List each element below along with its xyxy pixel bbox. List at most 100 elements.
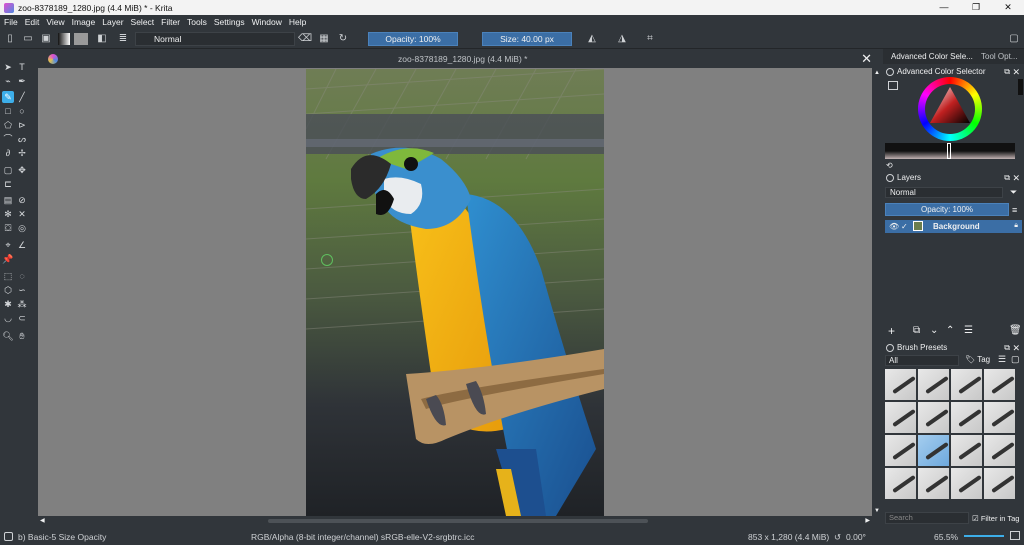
float-layers-icon[interactable]: ⧉ xyxy=(1004,173,1010,183)
menu-view[interactable]: View xyxy=(46,17,64,27)
brush-search-input[interactable]: Search xyxy=(885,512,969,524)
bezier-tool-icon[interactable]: ⌒ xyxy=(2,133,14,145)
color-picker-tool-icon[interactable]: ⊘ xyxy=(16,194,28,206)
alpha-lock-icon[interactable]: ▦ xyxy=(318,33,330,45)
layer-check-icon[interactable]: ✓ xyxy=(901,222,908,231)
close-window-button[interactable]: ✕ xyxy=(992,0,1024,15)
rotation-reset-icon[interactable]: ↺ xyxy=(834,532,841,543)
refresh-colors-icon[interactable]: ⟲ xyxy=(886,161,893,170)
delete-layer-icon[interactable]: 🗑︎ xyxy=(1009,325,1022,336)
brush-preset[interactable] xyxy=(885,369,916,400)
polyline-tool-icon[interactable]: ⊳ xyxy=(16,119,28,131)
crop-tool-icon[interactable]: ⊏ xyxy=(2,178,14,190)
brush-preset[interactable] xyxy=(885,435,916,466)
brush-preset[interactable] xyxy=(951,468,982,499)
brush-import-icon[interactable]: ▢ xyxy=(1011,354,1020,365)
menu-edit[interactable]: Edit xyxy=(25,17,40,27)
layer-lock-icon[interactable]: 🔒︎ xyxy=(1014,222,1018,230)
menu-image[interactable]: Image xyxy=(72,17,96,27)
freehand-path-tool-icon[interactable]: ᔕ xyxy=(16,133,28,145)
close-layers-icon[interactable]: ✕ xyxy=(1012,173,1020,184)
close-brush-presets-icon[interactable]: ✕ xyxy=(1012,343,1020,354)
gradient-tool-icon[interactable]: ▤ xyxy=(2,194,14,206)
brush-preset[interactable] xyxy=(885,468,916,499)
similar-select-tool-icon[interactable]: ⁂ xyxy=(16,298,28,310)
layer-options-icon[interactable]: ≡ xyxy=(1012,205,1017,215)
maximize-button[interactable]: ❐ xyxy=(960,0,992,15)
move-tool-icon[interactable]: ✥ xyxy=(16,164,28,176)
smart-patch-tool-icon[interactable]: ✕ xyxy=(16,208,28,220)
brush-preset[interactable] xyxy=(918,402,949,433)
brush-tag-filter-select[interactable]: All xyxy=(885,355,959,366)
add-layer-icon[interactable]: + xyxy=(888,324,895,338)
open-document-icon[interactable]: ▭ xyxy=(22,33,34,45)
brush-preset[interactable] xyxy=(918,369,949,400)
rectangle-tool-icon[interactable]: □ xyxy=(2,105,14,117)
duplicate-layer-icon[interactable]: ⧉ xyxy=(913,325,920,336)
layer-properties-icon[interactable]: ☰ xyxy=(964,325,973,336)
enclose-fill-tool-icon[interactable]: ◎ xyxy=(16,222,28,234)
brush-preset[interactable] xyxy=(984,402,1015,433)
brush-settings-icon[interactable]: ≣ xyxy=(117,33,129,45)
mirror-vertical-icon[interactable]: ◮ xyxy=(616,33,628,45)
contiguous-select-tool-icon[interactable]: ✱ xyxy=(2,298,14,310)
reload-preset-icon[interactable]: ↻ xyxy=(337,33,349,45)
brush-preset[interactable] xyxy=(984,435,1015,466)
new-document-icon[interactable]: ▯ xyxy=(4,33,16,45)
canvas-vertical-scrollbar[interactable]: ▲ ▼ xyxy=(872,68,882,516)
gradient-picker-icon[interactable] xyxy=(58,33,70,45)
eraser-icon[interactable]: ⌫ xyxy=(298,33,312,45)
filter-in-tag-checkbox[interactable]: ☑ Filter in Tag xyxy=(972,514,1019,523)
color-selector-scroll-handle[interactable] xyxy=(1018,79,1023,95)
panel-toggle-icon[interactable]: ▢ xyxy=(1008,33,1020,45)
crop-transform-tool-icon[interactable]: ▢ xyxy=(2,164,14,176)
canvas-horizontal-scrollbar[interactable]: ◀ ▶ xyxy=(38,516,872,526)
layer-opacity-slider[interactable]: Opacity: 100% xyxy=(885,203,1009,216)
mirror-horizontal-icon[interactable]: ◭ xyxy=(586,33,598,45)
close-panel-icon[interactable]: ✕ xyxy=(1012,67,1020,78)
text-tool-icon[interactable]: T xyxy=(16,61,28,73)
dynamic-brush-tool-icon[interactable]: ∂ xyxy=(2,147,14,159)
move-layer-down-icon[interactable]: ⌄ xyxy=(930,325,938,336)
size-slider[interactable]: Size: 40.00 px xyxy=(482,32,572,46)
fullscreen-icon[interactable] xyxy=(1010,531,1020,540)
tab-tool-options[interactable]: Tool Opt... xyxy=(981,52,1017,61)
menu-select[interactable]: Select xyxy=(131,17,155,27)
menu-tools[interactable]: Tools xyxy=(187,17,207,27)
fill-tool-icon[interactable]: ⛋ xyxy=(2,222,14,234)
colorize-mask-tool-icon[interactable]: ✻ xyxy=(2,208,14,220)
layer-blend-mode-select[interactable]: Normal xyxy=(885,187,1003,198)
brush-preset[interactable] xyxy=(918,468,949,499)
measure-tool-icon[interactable]: ∠ xyxy=(16,239,28,251)
opacity-slider[interactable]: Opacity: 100% xyxy=(368,32,458,46)
pan-tool-icon[interactable]: ✋︎ xyxy=(16,330,28,342)
scroll-right-icon[interactable]: ▶ xyxy=(865,517,870,524)
color-wheel[interactable] xyxy=(918,77,982,141)
float-brush-presets-icon[interactable]: ⧉ xyxy=(1004,343,1010,353)
canvas[interactable] xyxy=(38,68,872,516)
edit-shapes-tool-icon[interactable]: ⌁ xyxy=(2,75,14,87)
brush-preset[interactable] xyxy=(951,435,982,466)
polygon-select-tool-icon[interactable]: ⬡ xyxy=(2,284,14,296)
ellipse-tool-icon[interactable]: ○ xyxy=(16,105,28,117)
close-document-icon[interactable]: ✕ xyxy=(861,51,872,67)
brush-view-mode-icon[interactable]: ☰ xyxy=(998,354,1006,365)
scroll-left-icon[interactable]: ◀ xyxy=(40,517,45,524)
tab-advanced-color-selector[interactable]: Advanced Color Sele... xyxy=(891,52,973,61)
float-panel-icon[interactable]: ⧉ xyxy=(1004,67,1010,77)
color-history-strip[interactable] xyxy=(885,143,1015,159)
brush-preset-selected[interactable] xyxy=(918,435,949,466)
wrap-around-icon[interactable]: ⌗ xyxy=(644,33,656,45)
assistant-tool-icon[interactable]: ⌖ xyxy=(2,239,14,251)
freehand-brush-tool-icon[interactable]: ✎ xyxy=(2,91,14,103)
zoom-tool-icon[interactable]: 🔍︎ xyxy=(2,330,14,342)
brush-preset[interactable] xyxy=(885,402,916,433)
layer-visibility-icon[interactable]: 👁︎ xyxy=(889,222,899,231)
layer-filter-icon[interactable]: ⏷ xyxy=(1010,187,1017,198)
reference-tool-icon[interactable]: 📌 xyxy=(2,253,14,265)
menu-layer[interactable]: Layer xyxy=(102,17,123,27)
document-tab-title[interactable]: zoo-8378189_1280.jpg (4.4 MiB) * xyxy=(398,54,527,64)
minimize-button[interactable]: — xyxy=(928,0,960,15)
menu-file[interactable]: File xyxy=(4,17,18,27)
zoom-slider[interactable] xyxy=(964,535,1004,537)
